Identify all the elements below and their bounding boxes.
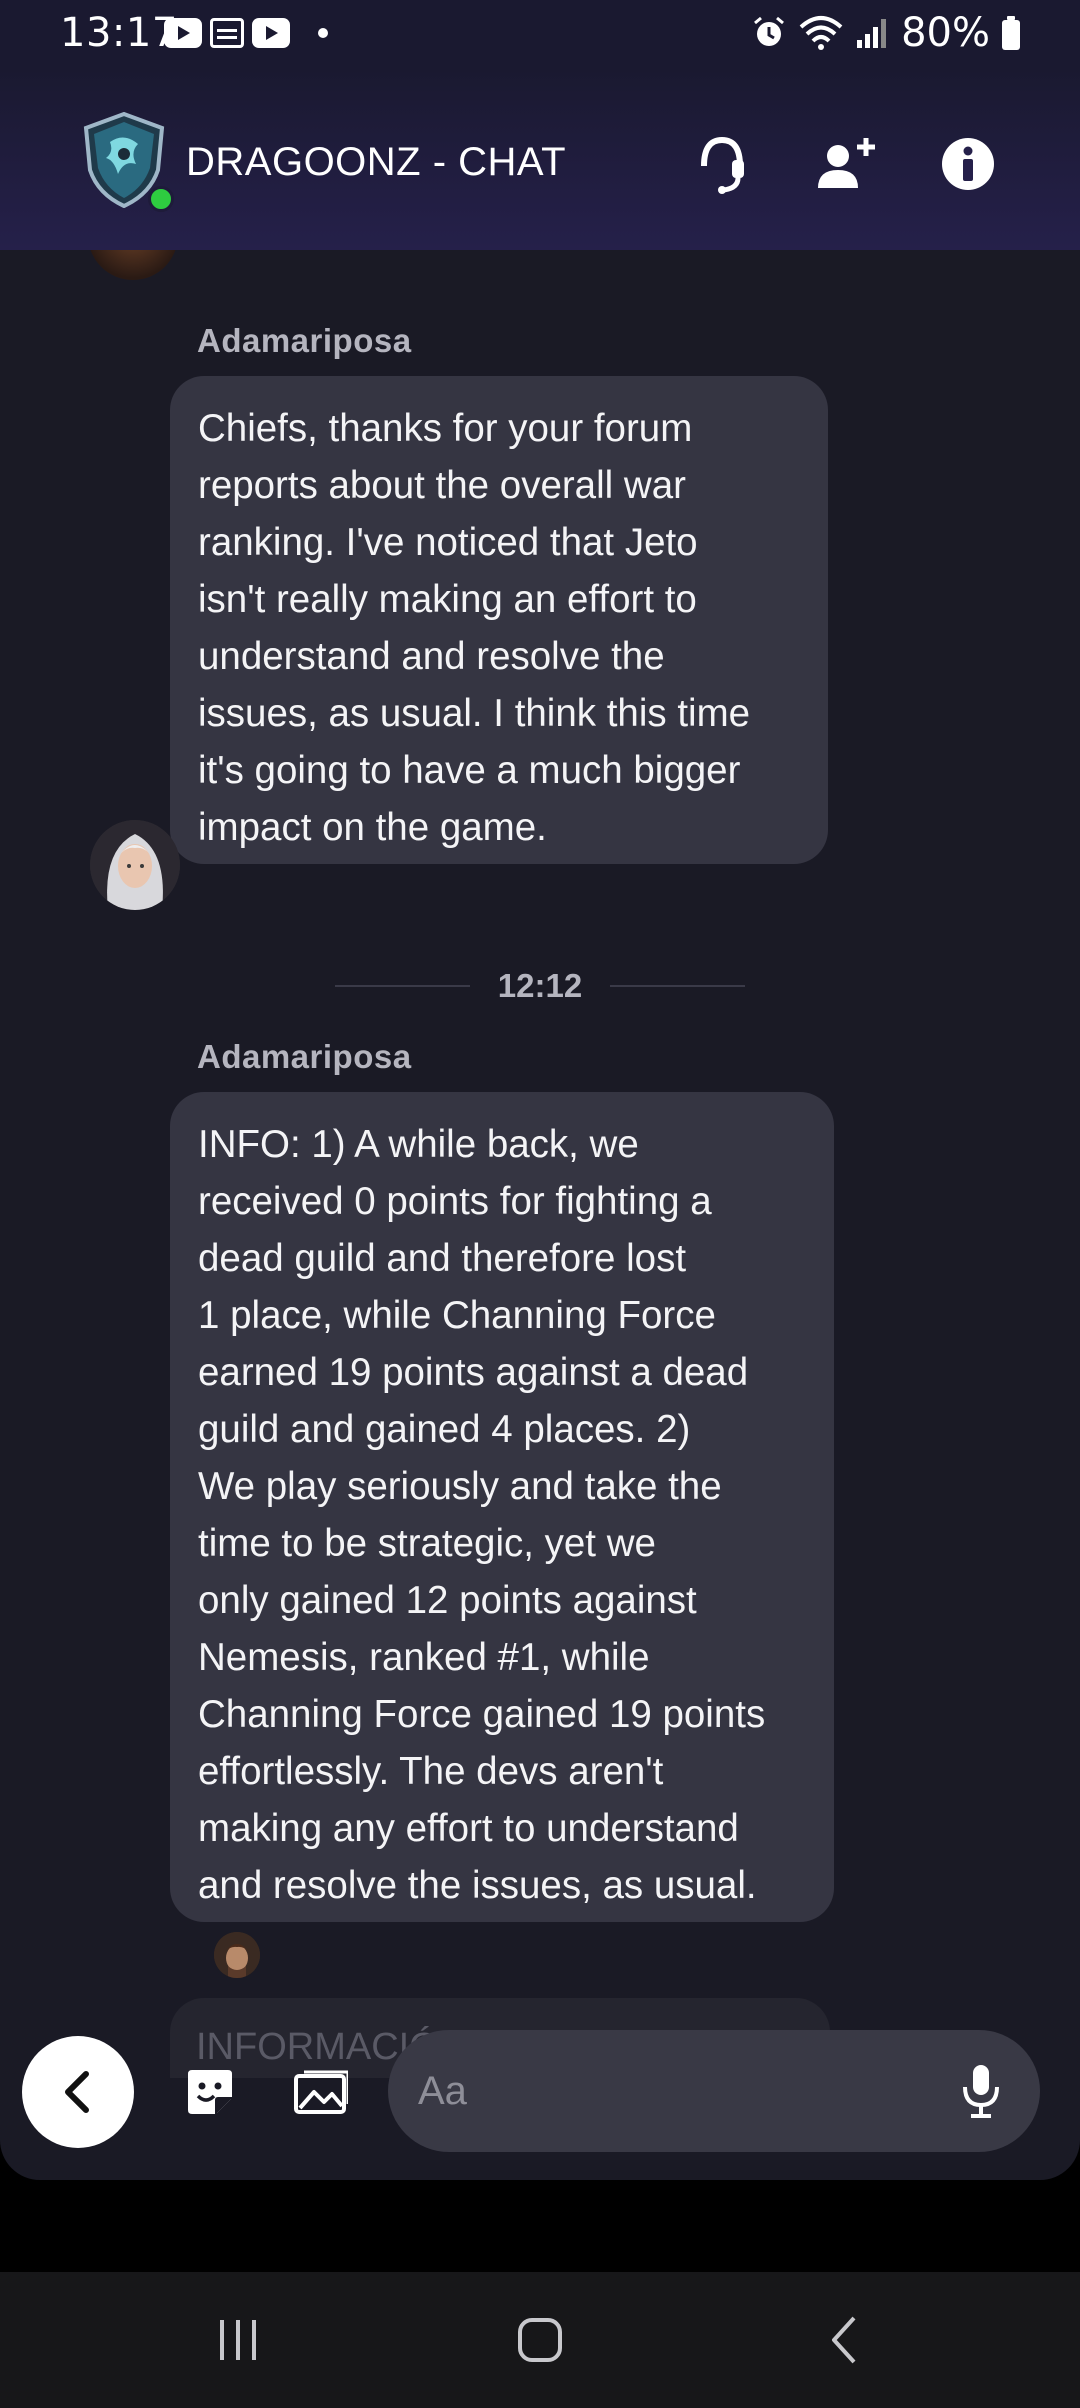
message-line: Nemesis, ranked #1, while bbox=[198, 1636, 650, 1679]
message-line: impact on the game. bbox=[198, 806, 547, 849]
time-separator: 12:12 bbox=[335, 960, 745, 1012]
message-line: understand and resolve the bbox=[198, 635, 665, 678]
message-line: Channing Force gained 19 points bbox=[198, 1693, 766, 1736]
message-list[interactable]: Adamariposa Chiefs, thanks for your foru… bbox=[0, 250, 1080, 2180]
add-user-icon bbox=[818, 138, 875, 188]
message-line: dead guild and therefore lost bbox=[198, 1237, 687, 1280]
add-member-button[interactable] bbox=[808, 126, 884, 202]
battery-icon bbox=[1002, 16, 1020, 50]
youtube-icon bbox=[164, 18, 202, 48]
nav-back-icon bbox=[832, 2316, 856, 2364]
wifi-icon bbox=[799, 16, 843, 50]
back-chevron-icon bbox=[65, 2071, 89, 2113]
message-line: time to be strategic, yet we bbox=[198, 1522, 656, 1565]
message-line: earned 19 points against a dead bbox=[198, 1351, 749, 1394]
message-line: We play seriously and take the bbox=[198, 1465, 722, 1508]
group-info-button[interactable] bbox=[930, 126, 1006, 202]
message-line: 1 place, while Channing Force bbox=[198, 1294, 716, 1337]
message-line: making any effort to understand bbox=[198, 1807, 739, 1850]
chat-header: DRAGOONZ - CHAT bbox=[0, 68, 1080, 250]
recents-button[interactable] bbox=[188, 2302, 288, 2378]
online-status-dot bbox=[148, 186, 174, 212]
message-line: received 0 points for fighting a bbox=[198, 1180, 712, 1223]
message-line: reports about the overall war bbox=[198, 464, 686, 507]
image-icon bbox=[294, 2070, 348, 2114]
home-icon bbox=[518, 2318, 562, 2362]
message-line: isn't really making an effort to bbox=[198, 578, 697, 621]
back-button[interactable] bbox=[22, 2036, 134, 2148]
message-sender: Adamariposa bbox=[197, 1038, 412, 1075]
message-bubble[interactable]: INFO: 1) A while back, we received 0 poi… bbox=[170, 1092, 834, 1922]
microphone-icon bbox=[963, 2065, 999, 2118]
calendar-icon bbox=[210, 18, 244, 48]
voice-message-button[interactable] bbox=[946, 2056, 1016, 2126]
message-line: and resolve the issues, as usual. bbox=[198, 1864, 757, 1907]
separator-time: 12:12 bbox=[497, 967, 583, 1004]
message-line: ranking. I've noticed that Jeto bbox=[198, 521, 698, 564]
message-composer bbox=[388, 2030, 1040, 2152]
support-button[interactable] bbox=[684, 126, 760, 202]
sticker-icon bbox=[188, 2070, 232, 2114]
image-button[interactable] bbox=[288, 2060, 352, 2124]
chat-title: DRAGOONZ - CHAT bbox=[186, 140, 567, 184]
divider bbox=[610, 985, 745, 987]
sticker-button[interactable] bbox=[178, 2060, 242, 2124]
alarm-icon bbox=[754, 16, 785, 46]
message-input[interactable] bbox=[418, 2030, 938, 2152]
nav-back-button[interactable] bbox=[794, 2302, 894, 2378]
message-line: only gained 12 points against bbox=[198, 1579, 697, 1622]
message-line: it's going to have a much bigger bbox=[198, 749, 741, 792]
message-line: effortlessly. The devs aren't bbox=[198, 1750, 664, 1793]
divider bbox=[335, 985, 470, 987]
read-receipt-avatar bbox=[214, 1932, 260, 1978]
avatar[interactable] bbox=[88, 250, 178, 280]
more-notifications-dot bbox=[318, 28, 328, 38]
youtube-icon bbox=[252, 18, 290, 48]
notification-icons bbox=[164, 18, 328, 48]
signal-icon bbox=[857, 19, 887, 48]
info-icon bbox=[942, 138, 994, 190]
status-time: 13:17 bbox=[60, 10, 178, 56]
system-navigation-bar bbox=[0, 2272, 1080, 2408]
message-line: Chiefs, thanks for your forum bbox=[198, 407, 693, 450]
battery-percent: 80% bbox=[901, 10, 990, 56]
avatar[interactable] bbox=[90, 820, 180, 910]
home-button[interactable] bbox=[490, 2302, 590, 2378]
support-headset-icon bbox=[701, 136, 744, 194]
recents-icon bbox=[220, 2320, 256, 2360]
message-sender: Adamariposa bbox=[197, 322, 412, 359]
system-icons: 80% bbox=[751, 10, 1020, 56]
status-bar: 13:17 80% bbox=[0, 0, 1080, 68]
message-line: INFO: 1) A while back, we bbox=[198, 1123, 639, 1166]
message-bubble[interactable]: Chiefs, thanks for your forum reports ab… bbox=[170, 376, 828, 864]
message-line: issues, as usual. I think this time bbox=[198, 692, 751, 735]
message-line: guild and gained 4 places. 2) bbox=[198, 1408, 691, 1451]
